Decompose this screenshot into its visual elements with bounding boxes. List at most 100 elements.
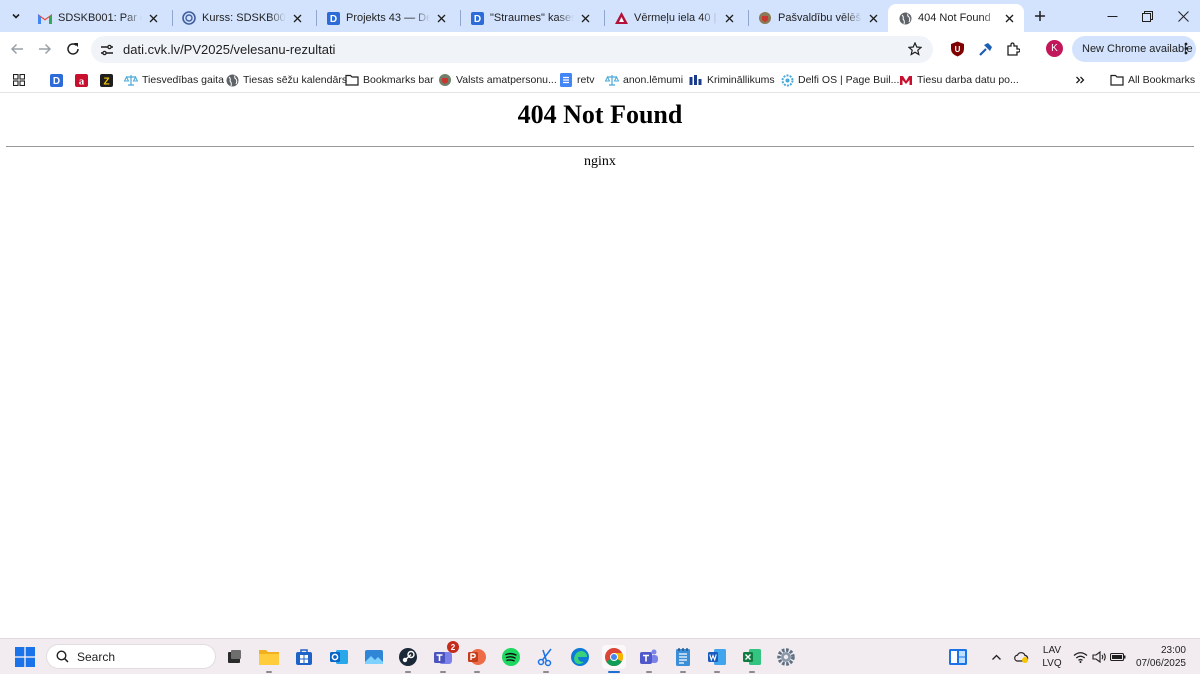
running-indicator [440, 671, 446, 673]
tray-wifi[interactable] [1072, 649, 1088, 665]
running-indicator [405, 671, 411, 673]
restore-button[interactable] [1136, 6, 1158, 26]
close-icon[interactable] [1002, 11, 1016, 25]
taskbar-snipping-tool[interactable] [534, 645, 558, 673]
url-text[interactable]: dati.cvk.lv/PV2025/velesanu-rezultati [123, 42, 335, 57]
start-button[interactable] [15, 647, 35, 667]
divider [6, 146, 1194, 147]
all-bookmarks-button[interactable]: All Bookmarks [1110, 71, 1195, 89]
tab-tribunals[interactable]: Vērmeļu iela 40 | Tribunāls [604, 4, 744, 32]
bookmark-kriminallikums[interactable]: Krimināllikums [689, 71, 775, 89]
arrow-right-icon [39, 43, 52, 55]
close-icon[interactable] [434, 11, 448, 25]
site-info-icon[interactable] [99, 42, 115, 58]
taskbar-chrome[interactable] [602, 645, 626, 673]
bookmark-z-logo[interactable]: Z [99, 71, 113, 89]
address-bar[interactable]: dati.cvk.lv/PV2025/velesanu-rezultati [91, 36, 933, 63]
back-button[interactable] [8, 40, 26, 58]
forward-button[interactable] [36, 40, 54, 58]
bookmark-label: Bookmarks bar [363, 74, 434, 86]
new-chrome-available-button[interactable]: New Chrome available [1072, 36, 1196, 62]
bookmark-tiesas-sezu-kalendars[interactable]: Tiesas sēžu kalendārs [225, 71, 347, 89]
taskbar-excel[interactable] [740, 645, 764, 673]
delfi-icon: D [326, 11, 340, 25]
taskbar-search[interactable]: Search [46, 644, 216, 669]
extensions-puzzle-icon[interactable] [1005, 41, 1021, 57]
bookmark-star-icon[interactable] [907, 41, 923, 57]
svg-text:a: a [78, 75, 84, 87]
close-icon[interactable] [578, 11, 592, 25]
running-indicator [543, 671, 549, 673]
taskbar-store[interactable] [292, 645, 316, 669]
taskbar-notepad[interactable] [671, 645, 695, 673]
battery-icon [1110, 652, 1126, 662]
lang-top: LAV [1042, 645, 1062, 656]
spotify-icon [502, 648, 520, 666]
close-icon[interactable] [146, 11, 160, 25]
taskbar-task-view[interactable] [222, 645, 246, 669]
svg-text:D: D [473, 14, 480, 25]
bookmark-delfi[interactable]: D [49, 71, 63, 89]
bookmark-tiesvedibas-gaita[interactable]: Tiesvedības gaita [124, 71, 224, 89]
gear-blue-icon [780, 73, 794, 87]
tab-gmail[interactable]: SDSKB001: Par eksāmenu [28, 4, 168, 32]
tab-404[interactable]: 404 Not Found [888, 4, 1024, 32]
new-tab-button[interactable] [1031, 7, 1049, 25]
taskbar: Search 2 LAV LVQ 23:00 07/06/2025 [0, 638, 1200, 674]
tab-search-button[interactable] [5, 6, 27, 26]
tab-moodle[interactable]: Kurss: SDSKB001 : Darbs [172, 4, 312, 32]
browser-toolbar: dati.cvk.lv/PV2025/velesanu-rezultati U … [0, 32, 1200, 66]
taskbar-outlook[interactable] [327, 645, 351, 669]
tray-onedrive[interactable] [1013, 649, 1029, 665]
tray-overflow-button[interactable] [988, 649, 1004, 665]
law-icon [689, 73, 703, 87]
bookmark-retv[interactable]: retv [559, 71, 595, 89]
taskbar-edge[interactable] [568, 645, 592, 669]
bookmarks-overflow-button[interactable] [1073, 71, 1087, 89]
taskbar-teams-classic[interactable]: 2 [431, 641, 459, 673]
taskbar-settings[interactable] [774, 645, 798, 669]
tab-title: Projekts 43 — Delfi [346, 12, 430, 24]
close-icon[interactable] [866, 11, 880, 25]
taskbar-photos[interactable] [362, 645, 386, 669]
tray-volume[interactable] [1091, 649, 1107, 665]
bookmark-anon-lemumi[interactable]: anon.lēmumi [605, 71, 683, 89]
moodle-icon [182, 11, 196, 25]
taskbar-word[interactable] [705, 645, 729, 673]
clock-time: 23:00 [1160, 645, 1186, 656]
bookmark-valsts-amatpersonu[interactable]: Valsts amatpersonu... [438, 71, 557, 89]
cloud-icon [1014, 652, 1029, 663]
bookmark-tiesu-darba-datu[interactable]: Tiesu darba datu po... [899, 71, 1019, 89]
reload-button[interactable] [64, 40, 82, 58]
taskbar-spotify[interactable] [499, 645, 523, 669]
tab-delfi-straumes[interactable]: D "Straumes" kases iemaksas [460, 4, 600, 32]
tab-cvk[interactable]: Pašvaldību vēlēšanu rezultāti [748, 4, 888, 32]
input-language[interactable]: LAV LVQ [1040, 644, 1064, 670]
bookmark-delfi-os[interactable]: Delfi OS | Page Buil... [780, 71, 899, 89]
bookmark-label: Valsts amatpersonu... [456, 74, 557, 86]
bookmark-label: Krimināllikums [707, 74, 775, 86]
more-vert-icon [1184, 42, 1188, 58]
bookmark-apps[interactable] [12, 71, 26, 89]
photos-icon [365, 650, 383, 664]
taskbar-widgets[interactable] [946, 645, 970, 669]
profile-avatar[interactable]: K [1046, 40, 1063, 57]
globe-icon [225, 73, 239, 87]
taskbar-file-explorer[interactable] [257, 645, 281, 673]
gmail-icon [38, 11, 52, 25]
close-icon[interactable] [290, 11, 304, 25]
taskbar-steam[interactable] [396, 645, 420, 673]
tray-battery[interactable] [1110, 649, 1126, 665]
bookmark-a-logo[interactable]: a [74, 71, 88, 89]
tab-delfi-projekts[interactable]: D Projekts 43 — Delfi [316, 4, 456, 32]
taskbar-powerpoint[interactable] [465, 645, 489, 673]
minimize-button[interactable] [1101, 6, 1123, 26]
taskbar-clock[interactable]: 23:00 07/06/2025 [1136, 644, 1186, 670]
hammer-extension-icon[interactable] [977, 41, 993, 57]
bookmark-folder-bookmarks-bar[interactable]: Bookmarks bar [345, 71, 434, 89]
ublock-extension-icon[interactable]: U [949, 41, 965, 57]
taskbar-teams[interactable] [637, 645, 661, 673]
close-icon[interactable] [722, 11, 736, 25]
close-window-button[interactable] [1172, 6, 1194, 26]
globe-icon [898, 11, 912, 25]
